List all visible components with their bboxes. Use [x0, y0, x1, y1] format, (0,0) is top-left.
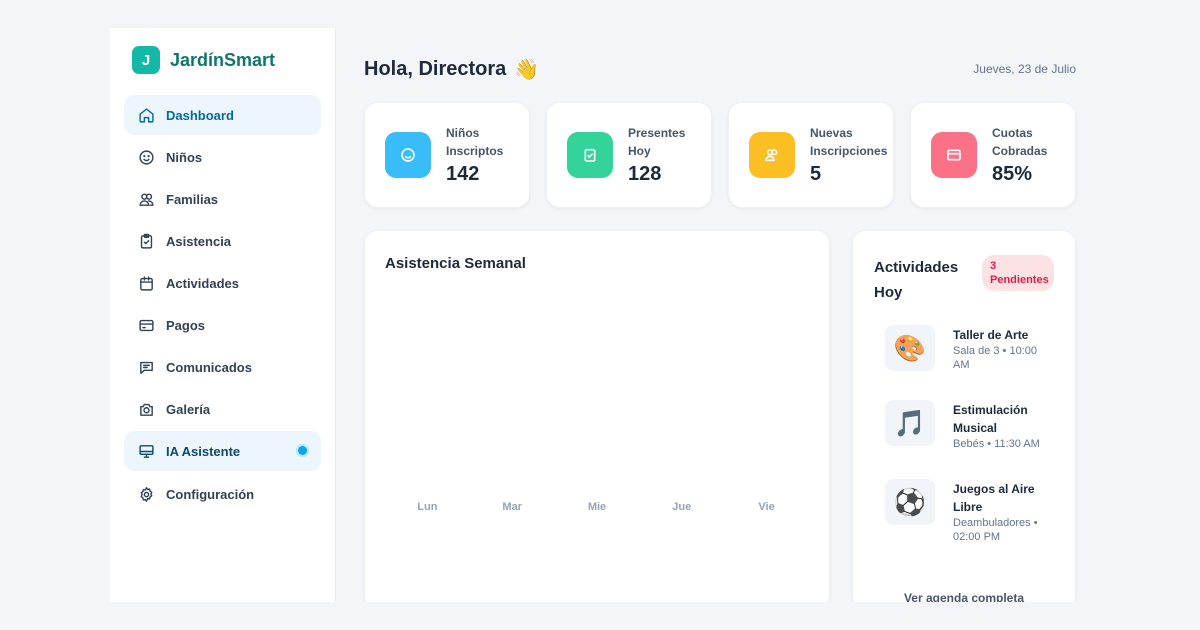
sidebar-item-ninos[interactable]: Niños: [124, 137, 321, 177]
stat-label: Niños Inscriptos: [446, 126, 504, 158]
activity-item[interactable]: 🎵 Estimulación Musical Bebés • 11:30 AM: [874, 400, 1054, 451]
activity-name: Taller de Arte: [953, 328, 1029, 342]
activity-name: Estimulación Musical: [953, 403, 1028, 435]
brand-logo: J: [132, 46, 160, 74]
sidebar-item-label: Familias: [166, 191, 219, 207]
current-date: Jueves, 23 de Julio: [973, 62, 1076, 76]
sidebar-item-configuracion[interactable]: Configuración: [124, 474, 321, 514]
sidebar-item-label: Dashboard: [166, 107, 234, 123]
chart-x-axis: Lun Mar Mie Jue Vie: [385, 501, 809, 513]
sidebar-item-ia-asistente[interactable]: IA Asistente: [124, 431, 321, 471]
stat-value: 142: [446, 163, 480, 185]
sidebar-item-label: Pagos: [166, 317, 206, 333]
waving-hand-icon: 👋: [514, 58, 540, 81]
palette-icon: 🎨: [885, 325, 935, 371]
activity-name: Juegos al Aire Libre: [953, 482, 1035, 514]
sidebar-item-dashboard[interactable]: Dashboard: [124, 95, 321, 135]
credit-card-icon: [931, 132, 977, 178]
lower-section: Asistencia Semanal Lun Mar Mie Jue Vie A…: [364, 230, 1076, 602]
notification-dot: [298, 446, 307, 455]
sidebar-item-actividades[interactable]: Actividades: [124, 263, 321, 303]
x-tick-label: Mie: [587, 501, 607, 513]
activity-meta: Bebés • 11:30 AM: [953, 438, 1040, 450]
stat-card-presentes-hoy[interactable]: Presentes Hoy 128: [546, 102, 712, 208]
pending-badge: 3 Pendientes: [982, 255, 1054, 291]
activities-header: Actividades Hoy 3 Pendientes: [874, 255, 1054, 305]
gear-icon: [140, 486, 153, 502]
activity-item[interactable]: ⚽ Juegos al Aire Libre Deambuladores • 0…: [874, 479, 1054, 544]
stat-value: 85%: [992, 163, 1033, 185]
clipboard-check-icon: [140, 233, 153, 249]
app-window: J JardínSmart Dashboard Niños Familias A…: [110, 28, 1090, 602]
smile-icon: [385, 132, 431, 178]
brand[interactable]: J JardínSmart: [124, 46, 321, 74]
activity-item[interactable]: 🎨 Taller de Arte Sala de 3 • 10:00 AM: [874, 325, 1054, 372]
stat-label: Presentes Hoy: [628, 126, 686, 158]
camera-icon: [140, 403, 153, 416]
sidebar-item-label: IA Asistente: [166, 443, 241, 459]
sidebar-item-galeria[interactable]: Galería: [124, 389, 321, 429]
sidebar-item-pagos[interactable]: Pagos: [124, 305, 321, 345]
sidebar-item-asistencia[interactable]: Asistencia: [124, 221, 321, 261]
greeting-text: Hola, Directora: [364, 57, 507, 80]
attendance-title: Asistencia Semanal: [385, 255, 526, 272]
sidebar-item-label: Actividades: [166, 275, 239, 291]
x-tick-label: Lun: [417, 501, 438, 513]
x-tick-label: Vie: [758, 501, 775, 513]
attendance-chart: [385, 301, 809, 501]
activity-meta: Sala de 3 • 10:00 AM: [953, 345, 1037, 371]
stat-card-ninos-inscriptos[interactable]: Niños Inscriptos 142: [364, 102, 530, 208]
x-tick-label: Mar: [502, 501, 522, 513]
sidebar-item-label: Comunicados: [166, 359, 252, 375]
calendar-icon: [140, 275, 153, 291]
soccer-ball-icon: ⚽: [885, 479, 935, 525]
attendance-chart-card: Asistencia Semanal Lun Mar Mie Jue Vie: [364, 230, 830, 602]
home-icon: [139, 107, 154, 123]
sidebar: J JardínSmart Dashboard Niños Familias A…: [110, 28, 336, 602]
clipboard-check-icon: [567, 132, 613, 178]
activities-card: Actividades Hoy 3 Pendientes 🎨 Taller de…: [852, 230, 1076, 602]
stat-value: 128: [628, 163, 662, 185]
music-note-icon: 🎵: [885, 400, 935, 446]
sidebar-nav: Dashboard Niños Familias Asistencia Acti…: [124, 95, 321, 514]
view-agenda-link[interactable]: Ver agenda completa: [853, 591, 1075, 602]
x-tick-label: Jue: [672, 501, 692, 513]
users-icon: [139, 192, 154, 206]
credit-card-icon: [139, 319, 154, 331]
stat-card-cuotas-cobradas[interactable]: Cuotas Cobradas 85%: [910, 102, 1076, 208]
sidebar-item-label: Galería: [166, 401, 211, 417]
activities-title: Actividades Hoy: [874, 259, 959, 301]
stats-row: Niños Inscriptos 142 Presentes Hoy 128 N…: [364, 102, 1076, 208]
message-icon: [140, 361, 153, 374]
sidebar-item-label: Niños: [166, 149, 203, 165]
stat-label: Nuevas Inscripciones: [810, 126, 888, 158]
stat-value: 5: [810, 163, 822, 185]
main-content: Hola, Directora 👋 Jueves, 23 de Julio Ni…: [336, 28, 1090, 602]
page-header: Hola, Directora 👋 Jueves, 23 de Julio: [364, 54, 1076, 84]
sidebar-item-label: Configuración: [166, 486, 255, 502]
activity-meta: Deambuladores • 02:00 PM: [953, 517, 1038, 543]
stat-label: Cuotas Cobradas: [992, 126, 1048, 158]
page-title: Hola, Directora 👋: [364, 57, 539, 82]
stat-card-nuevas-inscripciones[interactable]: Nuevas Inscripciones 5: [728, 102, 894, 208]
sidebar-item-label: Asistencia: [166, 233, 232, 249]
sidebar-item-familias[interactable]: Familias: [124, 179, 321, 219]
brand-name: JardínSmart: [170, 49, 276, 70]
monitor-icon: [139, 444, 154, 458]
sidebar-item-comunicados[interactable]: Comunicados: [124, 347, 321, 387]
smile-icon: [139, 149, 154, 165]
users-icon: [749, 132, 795, 178]
